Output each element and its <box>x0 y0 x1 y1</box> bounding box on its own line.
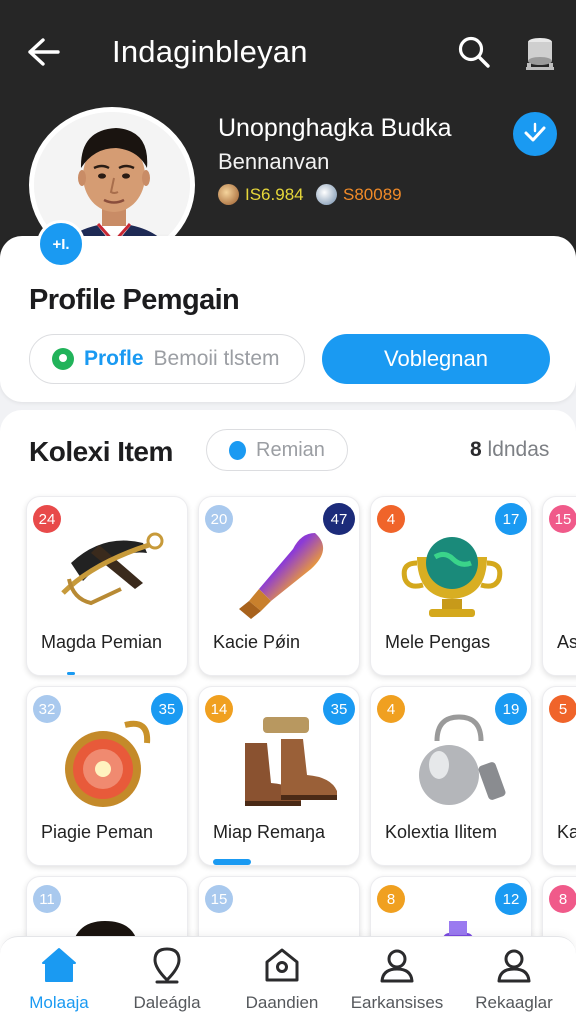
item-badge-left: 15 <box>549 505 576 533</box>
user-icon <box>494 945 534 985</box>
nav-item-map[interactable]: Daleágla <box>110 945 224 1023</box>
stat-gems: IS6.984 <box>218 184 304 205</box>
filter-chip[interactable]: Remian <box>206 429 348 471</box>
collection-section: Kolexi Item Remian 8 ldndas 24 Magda Pem… <box>0 410 576 1024</box>
item-badge-left: 8 <box>549 885 576 913</box>
item-count-label: ldndas <box>487 438 550 461</box>
arrow-left-icon <box>28 38 60 66</box>
item-card[interactable]: 20 47 Kacie Pǿin <box>198 496 360 676</box>
coin-icon <box>316 184 337 205</box>
nav-label: Molaaja <box>29 993 89 1012</box>
item-label: Mele Pengas <box>385 632 491 652</box>
item-label: As <box>557 632 576 652</box>
nav-item-profile[interactable]: Rekaaglar <box>457 945 571 1023</box>
globe-trophy-item-image <box>401 537 503 617</box>
item-label: Kacie Pǿin <box>213 632 301 652</box>
home-icon <box>39 945 79 985</box>
item-card[interactable]: 4 19 Kolextia Ilitem <box>370 686 532 866</box>
stat-coins: S80089 <box>316 184 402 205</box>
nav-label: Daleágla <box>133 993 201 1012</box>
item-count-number: 8 <box>470 438 482 461</box>
item-card[interactable]: 32 35 Piagie Peman <box>26 686 188 866</box>
map-pin-icon <box>147 945 187 985</box>
nav-label: Daandien <box>245 993 319 1012</box>
boots-item-image <box>245 717 337 806</box>
item-card[interactable]: 24 Magda Pemian <box>26 496 188 676</box>
back-button[interactable] <box>22 30 64 74</box>
item-card[interactable]: 15 As <box>542 496 576 676</box>
filter-chip-label: Remian <box>256 438 325 461</box>
profile-section: Profile Pemgain Profle Bemoii tlstem Vob… <box>0 236 576 402</box>
nav-item-account[interactable]: Earkansises <box>340 945 454 1023</box>
page-title: Indaginbleyan <box>112 34 308 69</box>
item-badge-left: 5 <box>549 695 576 723</box>
search-icon <box>458 36 490 68</box>
amulet-item-image <box>65 720 151 807</box>
pill-text: Bemoii tlstem <box>153 347 280 370</box>
item-count: 8 ldndas <box>470 438 549 462</box>
filter-chip-icon <box>229 440 246 460</box>
item-card[interactable]: 5 Ka <box>542 686 576 866</box>
drum-icon <box>526 38 554 70</box>
location-pill[interactable]: Profle Bemoii tlstem <box>29 334 305 384</box>
nav-item-house[interactable]: Daandien <box>225 945 339 1023</box>
nav-item-home[interactable]: Molaaja <box>2 945 116 1023</box>
progress-indicator <box>67 672 75 675</box>
stat-coins-value: S80089 <box>343 184 402 204</box>
verify-button[interactable] <box>513 112 557 156</box>
item-label: Kolextia Ilitem <box>385 822 498 842</box>
nav-label: Earkansises <box>350 993 444 1012</box>
verified-icon <box>524 122 546 142</box>
item-label: Ka <box>557 822 576 842</box>
item-card[interactable]: 14 35 Miap Remaŋa <box>198 686 360 866</box>
avatar-edit-button[interactable]: +I. <box>37 220 85 268</box>
user-name: Unopnghagka Budka <box>218 114 452 142</box>
profile-header: Indaginbleyan +I. Unopnghagka Budka Benn… <box>0 0 576 268</box>
profile-section-title: Profile Pemgain <box>29 284 240 316</box>
bottom-navigation: Molaaja Daleágla Daandien Earkansises Re… <box>0 936 576 1024</box>
nav-label: Rekaaglar <box>475 993 553 1012</box>
search-button[interactable] <box>452 30 496 74</box>
user-icon <box>377 945 417 985</box>
ornate-vase-item-image <box>239 533 324 619</box>
drum-button[interactable] <box>518 30 562 76</box>
primary-button[interactable]: Voblegnan <box>322 334 550 384</box>
item-label: Magda Pemian <box>41 632 163 652</box>
collection-title: Kolexi Item <box>29 436 173 467</box>
progress-indicator <box>213 859 251 865</box>
gem-icon <box>218 184 239 205</box>
silver-kettle-item-image <box>419 714 506 805</box>
location-pin-icon <box>52 348 74 370</box>
house-icon <box>262 945 302 985</box>
stat-gems-value: IS6.984 <box>245 184 304 204</box>
item-label: Piagie Peman <box>41 822 154 842</box>
item-label: Miap Remaŋa <box>213 822 326 842</box>
user-subtitle: Bennanvan <box>218 149 330 174</box>
crossbow-item-image <box>61 532 164 606</box>
pill-bold-text: Profle <box>84 347 144 370</box>
item-card[interactable]: 4 17 Mele Pengas <box>370 496 532 676</box>
